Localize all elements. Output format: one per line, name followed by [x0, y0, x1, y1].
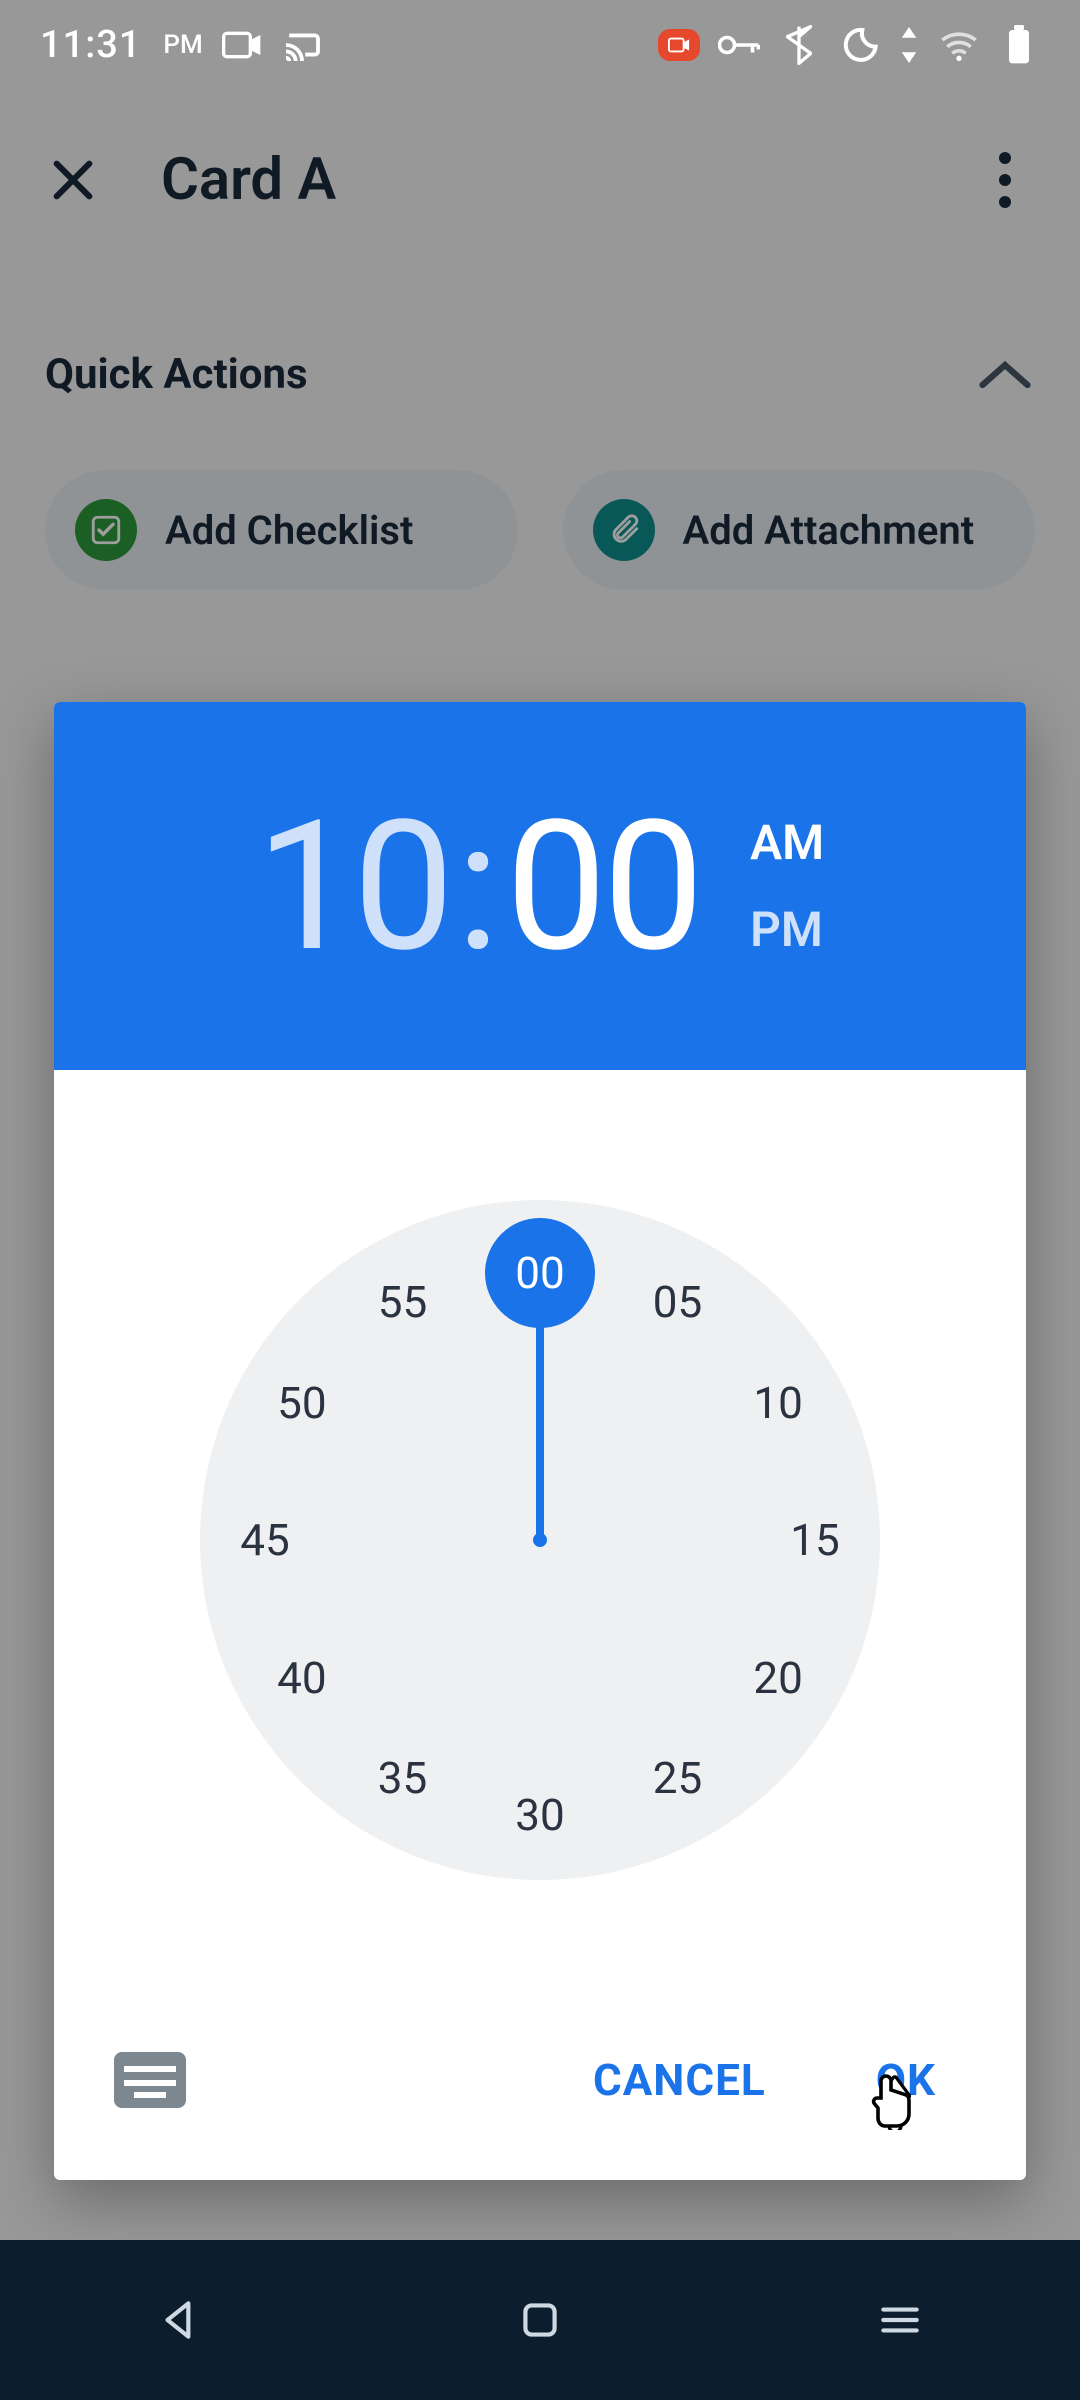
clock-number[interactable]: 15 — [790, 1514, 839, 1566]
clock-number[interactable]: 50 — [277, 1377, 326, 1429]
status-time: 11:31 — [40, 23, 141, 67]
clock-number[interactable]: 55 — [378, 1276, 427, 1328]
time-picker-dialog: 10 : 00 AM PM 00 0510152025303540455055 … — [54, 702, 1026, 2180]
cast-icon — [281, 29, 323, 61]
clock-number[interactable]: 45 — [240, 1514, 289, 1566]
clock-number[interactable]: 05 — [653, 1276, 702, 1328]
status-ampm: PM — [163, 30, 202, 60]
nav-recent-icon[interactable] — [875, 2295, 925, 2345]
recording-badge-icon — [658, 29, 700, 61]
data-icon — [898, 29, 920, 61]
clock-number[interactable]: 40 — [277, 1652, 326, 1704]
clock-selected-marker: 00 — [485, 1218, 595, 1328]
status-bar: 11:31 PM — [0, 0, 1080, 90]
pm-toggle[interactable]: PM — [750, 901, 824, 958]
clock-number[interactable]: 35 — [378, 1752, 427, 1804]
bluetooth-icon — [778, 29, 820, 61]
minute-display[interactable]: 00 — [506, 781, 700, 992]
vpn-key-icon — [718, 29, 760, 61]
am-toggle[interactable]: AM — [750, 814, 824, 871]
clock-number[interactable]: 20 — [753, 1652, 802, 1704]
keyboard-input-icon[interactable] — [114, 2052, 186, 2108]
nav-back-icon[interactable] — [155, 2295, 205, 2345]
battery-icon — [998, 29, 1040, 61]
clock-center — [533, 1533, 547, 1547]
system-nav-bar — [0, 2240, 1080, 2400]
wifi-icon — [938, 29, 980, 61]
nav-home-icon[interactable] — [515, 2295, 565, 2345]
clock-number[interactable]: 25 — [653, 1752, 702, 1804]
cancel-button[interactable]: CANCEL — [563, 2034, 796, 2126]
clock-number[interactable]: 10 — [753, 1377, 802, 1429]
time-picker-header: 10 : 00 AM PM — [54, 702, 1026, 1070]
screen-record-icon — [221, 29, 263, 61]
clock-number[interactable]: 30 — [515, 1789, 564, 1841]
dnd-moon-icon — [838, 29, 880, 61]
time-colon: : — [456, 781, 500, 992]
hour-display[interactable]: 10 — [256, 781, 450, 992]
clock-face[interactable]: 00 05 10 15 20 25 30 35 40 45 50 55 — [200, 1200, 880, 1880]
pointer-cursor-icon — [870, 2070, 920, 2130]
